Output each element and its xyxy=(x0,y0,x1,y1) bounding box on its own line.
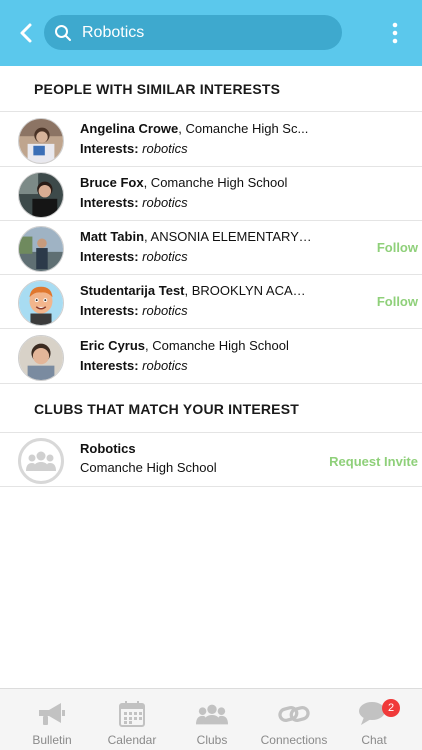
tab-clubs[interactable]: Clubs xyxy=(170,689,254,750)
follow-button[interactable]: Follow xyxy=(377,240,418,255)
tab-label: Bulletin xyxy=(32,733,72,747)
person-name: Studentarija Test xyxy=(80,283,185,298)
more-vertical-icon xyxy=(392,22,398,44)
interests-value: robotics xyxy=(142,303,188,318)
tab-calendar[interactable]: Calendar xyxy=(90,689,174,750)
chevron-left-icon xyxy=(20,23,32,43)
interests-label: Interests: xyxy=(80,303,139,318)
person-row[interactable]: Studentarija Test, BROOKLYN ACAD... Inte… xyxy=(0,275,422,329)
tab-bulletin[interactable]: Bulletin xyxy=(10,689,94,750)
interests-label: Interests: xyxy=(80,195,139,210)
search-input[interactable]: Robotics xyxy=(82,24,144,42)
person-title: Matt Tabin, ANSONIA ELEMENTARY ... xyxy=(80,229,312,244)
person-school: , ANSONIA ELEMENTARY ... xyxy=(144,229,312,244)
follow-button[interactable]: Follow xyxy=(377,294,418,309)
people-section-title: PEOPLE WITH SIMILAR INTERESTS xyxy=(0,66,422,112)
club-name: Robotics xyxy=(80,441,136,456)
avatar xyxy=(18,280,64,326)
person-school: , Comanche High School xyxy=(143,175,288,190)
tab-label: Connections xyxy=(260,733,328,747)
person-name: Eric Cyrus xyxy=(80,338,146,353)
person-row[interactable]: Angelina Crowe, Comanche High Sc... Inte… xyxy=(0,113,422,167)
person-interests: Interests: robotics xyxy=(80,358,188,373)
interests-value: robotics xyxy=(142,141,188,156)
top-bar: Robotics xyxy=(0,0,422,66)
interests-value: robotics xyxy=(142,249,188,264)
person-interests: Interests: robotics xyxy=(80,249,188,264)
avatar xyxy=(18,226,64,272)
search-icon xyxy=(54,24,72,42)
avatar xyxy=(18,118,64,164)
tab-connections[interactable]: Connections xyxy=(252,689,336,750)
person-school: , Comanche High School xyxy=(145,338,289,353)
avatar xyxy=(18,172,64,218)
more-options-button[interactable] xyxy=(384,20,406,46)
person-school: , BROOKLYN ACAD... xyxy=(184,283,312,298)
link-icon xyxy=(278,699,310,729)
interests-label: Interests: xyxy=(80,358,139,373)
calendar-icon xyxy=(116,699,148,729)
person-title: Angelina Crowe, Comanche High Sc... xyxy=(80,121,312,136)
megaphone-icon xyxy=(36,699,68,729)
person-row[interactable]: Bruce Fox, Comanche High School Interest… xyxy=(0,167,422,221)
club-school: Comanche High School xyxy=(80,460,217,475)
tab-chat[interactable]: 2 Chat xyxy=(332,689,416,750)
person-title: Studentarija Test, BROOKLYN ACAD... xyxy=(80,283,312,298)
person-row[interactable]: Eric Cyrus, Comanche High School Interes… xyxy=(0,330,422,384)
avatar xyxy=(18,335,64,381)
interests-value: robotics xyxy=(142,358,188,373)
person-interests: Interests: robotics xyxy=(80,141,188,156)
person-interests: Interests: robotics xyxy=(80,195,188,210)
bottom-tab-bar: Bulletin Calendar Clubs Connections 2 Ch… xyxy=(0,688,422,750)
clubs-section-title: CLUBS THAT MATCH YOUR INTEREST xyxy=(0,385,422,433)
interests-value: robotics xyxy=(142,195,188,210)
person-title: Eric Cyrus, Comanche High School xyxy=(80,338,312,353)
back-button[interactable] xyxy=(14,18,38,48)
interests-label: Interests: xyxy=(80,141,139,156)
search-field[interactable]: Robotics xyxy=(44,15,342,50)
group-icon xyxy=(18,438,64,484)
tab-label: Chat xyxy=(361,733,387,747)
tab-label: Calendar xyxy=(107,733,157,747)
person-row[interactable]: Matt Tabin, ANSONIA ELEMENTARY ... Inter… xyxy=(0,221,422,275)
request-invite-button[interactable]: Request Invite xyxy=(329,454,418,469)
person-title: Bruce Fox, Comanche High School xyxy=(80,175,312,190)
person-name: Bruce Fox xyxy=(80,175,144,190)
person-name: Angelina Crowe xyxy=(80,121,179,136)
tab-label: Clubs xyxy=(196,733,228,747)
group-icon xyxy=(196,699,228,729)
person-interests: Interests: robotics xyxy=(80,303,188,318)
person-name: Matt Tabin xyxy=(80,229,145,244)
chat-badge: 2 xyxy=(382,699,400,717)
interests-label: Interests: xyxy=(80,249,139,264)
club-row[interactable]: Robotics Comanche High School Request In… xyxy=(0,433,422,487)
person-school: , Comanche High Sc... xyxy=(178,121,309,136)
